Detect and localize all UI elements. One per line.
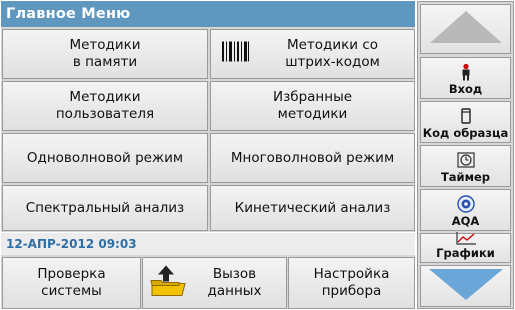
recall-data-button[interactable]: Вызов данных [142, 257, 287, 309]
kinetic-label: Кинетический анализ [234, 199, 391, 216]
graph-icon [455, 231, 477, 245]
date-time: 12-АПР-2012 09:03 [6, 237, 137, 251]
person-icon [459, 63, 473, 81]
graphs-label: Графики [436, 246, 495, 260]
triangle-up-icon [427, 8, 505, 50]
triangle-down-icon [426, 266, 506, 306]
graphs-button[interactable]: Графики [420, 231, 511, 263]
favorite-methods-label: Избранные методики [272, 89, 353, 122]
scroll-down-button[interactable] [420, 265, 511, 307]
saved-methods-label: Методики в памяти [69, 37, 141, 70]
barcode-methods-label: Методики со штрих-кодом [285, 37, 380, 70]
instrument-setup-label: Настройка прибора [313, 266, 390, 299]
sample-id-button[interactable]: Код образца [420, 101, 511, 143]
system-check-label: Проверка системы [37, 266, 106, 299]
vial-icon [460, 107, 472, 125]
user-methods-button[interactable]: Методики пользователя [2, 81, 208, 131]
barcode-icon [221, 40, 251, 69]
sample-id-label: Код образца [422, 126, 509, 140]
kinetic-button[interactable]: Кинетический анализ [210, 185, 415, 231]
system-check-button[interactable]: Проверка системы [2, 257, 141, 309]
recall-data-label: Вызов данных [207, 266, 262, 299]
status-bar: 12-АПР-2012 09:03 [1, 233, 415, 255]
scroll-up-button[interactable] [420, 4, 511, 54]
multi-wavelength-label: Многоволновой режим [230, 149, 395, 166]
aqa-label: AQA [451, 214, 480, 228]
aqa-button[interactable]: AQA [420, 189, 511, 231]
main-menu-screen: Главное Меню Методики в памяти Методики … [0, 0, 515, 310]
folder-arrow-icon [149, 264, 187, 303]
multi-wavelength-button[interactable]: Многоволновой режим [210, 133, 415, 183]
barcode-methods-button[interactable]: Методики со штрих-кодом [210, 29, 415, 79]
saved-methods-button[interactable]: Методики в памяти [2, 29, 208, 79]
user-methods-label: Методики пользователя [55, 89, 155, 122]
timer-button[interactable]: Таймер [420, 145, 511, 187]
instrument-setup-button[interactable]: Настройка прибора [288, 257, 415, 309]
aqa-icon [456, 195, 475, 213]
single-wavelength-button[interactable]: Одноволновой режим [2, 133, 208, 183]
single-wavelength-label: Одноволновой режим [26, 149, 184, 166]
spectral-scan-button[interactable]: Спектральный анализ [2, 185, 208, 231]
favorite-methods-button[interactable]: Избранные методики [210, 81, 415, 131]
timer-label: Таймер [440, 170, 491, 184]
login-button[interactable]: Вход [420, 57, 511, 99]
login-label: Вход [448, 82, 483, 96]
spectral-scan-label: Спектральный анализ [25, 199, 185, 216]
page-title: Главное Меню [1, 1, 415, 27]
timer-icon [456, 151, 475, 169]
